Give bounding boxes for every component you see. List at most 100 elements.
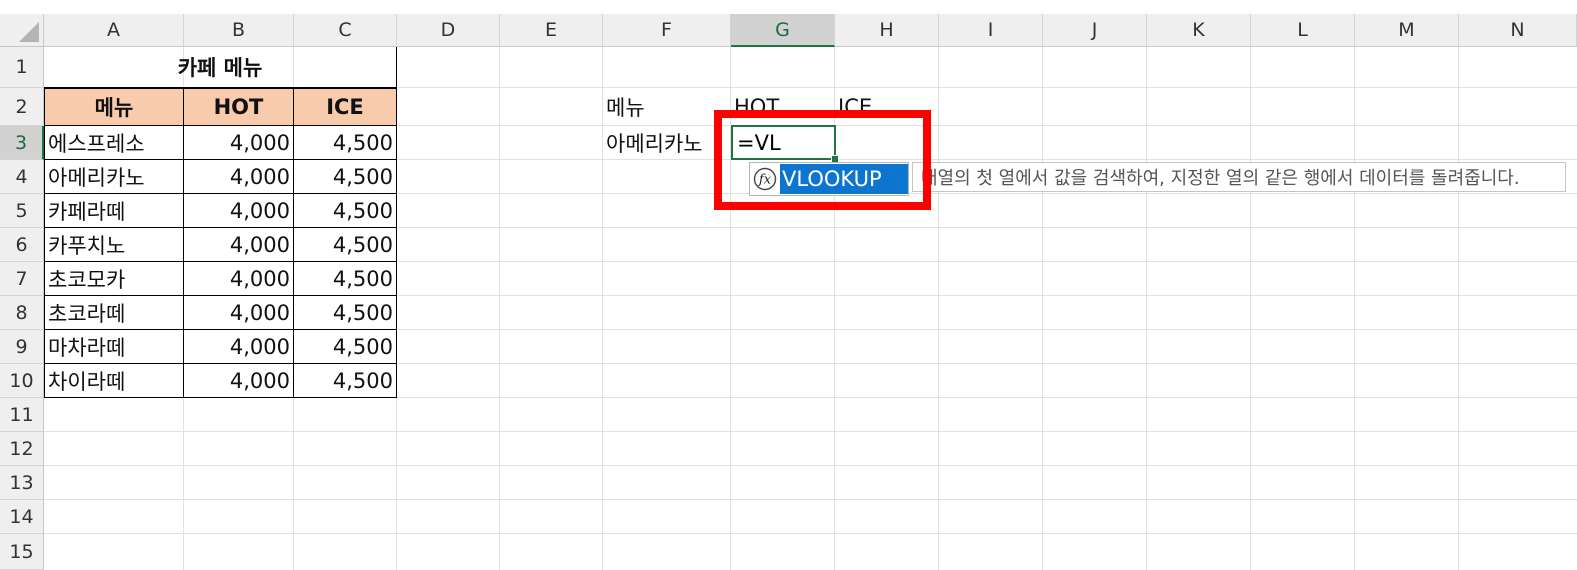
header-cell-hot[interactable]: HOT bbox=[184, 88, 294, 126]
table-cell[interactable]: 에스프레소 bbox=[44, 126, 184, 160]
column-header-e[interactable]: E bbox=[500, 14, 603, 47]
table-cell[interactable]: 초코모카 bbox=[44, 262, 184, 296]
column-header-g[interactable]: G bbox=[731, 14, 835, 47]
menu-item-ice-price: 4,500 bbox=[332, 300, 393, 325]
menu-item-ice-price: 4,500 bbox=[332, 266, 393, 291]
active-cell-G3[interactable]: =VL bbox=[731, 125, 836, 160]
column-header-i[interactable]: I bbox=[939, 14, 1043, 47]
row-header-11[interactable]: 11 bbox=[0, 398, 44, 432]
row-header-14[interactable]: 14 bbox=[0, 500, 44, 534]
lookup-hot-label: HOT bbox=[734, 95, 780, 119]
column-header-c[interactable]: C bbox=[294, 14, 397, 47]
menu-item-ice-price: 4,500 bbox=[332, 368, 393, 393]
column-header-a[interactable]: A bbox=[44, 14, 184, 47]
table-cell[interactable]: 4,000 bbox=[184, 364, 294, 398]
menu-item-ice-price: 4,500 bbox=[332, 232, 393, 257]
gridline-horizontal bbox=[44, 431, 1577, 432]
table-cell[interactable]: 차이라떼 bbox=[44, 364, 184, 398]
menu-item-hot-price: 4,000 bbox=[229, 334, 290, 359]
menu-item-ice-price: 4,500 bbox=[332, 334, 393, 359]
function-icon: fx bbox=[753, 167, 777, 191]
select-all-triangle-icon bbox=[19, 22, 39, 42]
table-cell[interactable]: 카푸치노 bbox=[44, 228, 184, 262]
menu-item-name: 차이라떼 bbox=[48, 369, 126, 394]
table-cell[interactable]: 4,000 bbox=[184, 330, 294, 364]
column-header-d[interactable]: D bbox=[397, 14, 500, 47]
menu-item-hot-price: 4,000 bbox=[229, 198, 290, 223]
cell-H2[interactable]: ICE bbox=[835, 88, 939, 126]
table-title-cell[interactable]: 카페 메뉴 bbox=[44, 47, 397, 88]
table-cell[interactable]: 4,500 bbox=[294, 262, 397, 296]
table-cell[interactable]: 4,500 bbox=[294, 160, 397, 194]
table-cell[interactable]: 4,500 bbox=[294, 364, 397, 398]
column-header-l[interactable]: L bbox=[1251, 14, 1355, 47]
table-cell[interactable]: 카페라떼 bbox=[44, 194, 184, 228]
row-header-3[interactable]: 3 bbox=[0, 126, 44, 160]
table-cell[interactable]: 아메리카노 bbox=[44, 160, 184, 194]
gridline-horizontal bbox=[44, 533, 1577, 534]
row-header-13[interactable]: 13 bbox=[0, 466, 44, 500]
autocomplete-item-label: VLOOKUP bbox=[782, 167, 882, 191]
table-cell[interactable]: 4,000 bbox=[184, 228, 294, 262]
spreadsheet-grid[interactable]: ABCDEFGHIJKLMN 1 2 3 4 5 6 7 8 9 10 11 12 13 14 15 카페 … bbox=[0, 0, 1577, 570]
table-cell[interactable]: 4,000 bbox=[184, 262, 294, 296]
autocomplete-item-vlookup[interactable]: VLOOKUP bbox=[780, 164, 908, 194]
lookup-ice-label: ICE bbox=[838, 95, 873, 119]
menu-item-hot-price: 4,000 bbox=[229, 130, 290, 155]
function-tooltip-text: 배열의 첫 열에서 값을 검색하여, 지정한 열의 같은 행에서 데이터를 돌려… bbox=[921, 168, 1520, 189]
menu-item-ice-price: 4,500 bbox=[332, 164, 393, 189]
header-ice-label: ICE bbox=[326, 95, 364, 119]
row-header-7[interactable]: 7 bbox=[0, 262, 44, 296]
table-cell[interactable]: 4,000 bbox=[184, 296, 294, 330]
select-all-corner[interactable] bbox=[0, 14, 44, 47]
row-header-2[interactable]: 2 bbox=[0, 88, 44, 126]
menu-item-name: 카페라떼 bbox=[48, 199, 126, 224]
row-header-6[interactable]: 6 bbox=[0, 228, 44, 262]
table-cell[interactable]: 초코라떼 bbox=[44, 296, 184, 330]
formula-autocomplete-list[interactable]: fx VLOOKUP bbox=[749, 162, 909, 196]
table-cell[interactable]: 마차라떼 bbox=[44, 330, 184, 364]
row-header-12[interactable]: 12 bbox=[0, 432, 44, 466]
row-header-15[interactable]: 15 bbox=[0, 534, 44, 570]
lookup-item-value: 아메리카노 bbox=[606, 132, 703, 156]
table-cell[interactable]: 4,000 bbox=[184, 160, 294, 194]
menu-item-hot-price: 4,000 bbox=[229, 232, 290, 257]
table-cell[interactable]: 4,500 bbox=[294, 228, 397, 262]
menu-item-name: 에스프레소 bbox=[48, 131, 145, 156]
column-header-n[interactable]: N bbox=[1459, 14, 1577, 47]
menu-item-name: 초코모카 bbox=[48, 267, 126, 292]
gridline-horizontal bbox=[44, 465, 1577, 466]
table-cell[interactable]: 4,500 bbox=[294, 296, 397, 330]
table-cell[interactable]: 4,000 bbox=[184, 194, 294, 228]
column-header-k[interactable]: K bbox=[1147, 14, 1251, 47]
lookup-menu-label: 메뉴 bbox=[606, 96, 645, 120]
header-cell-menu[interactable]: 메뉴 bbox=[44, 88, 184, 126]
row-header-4[interactable]: 4 bbox=[0, 160, 44, 194]
column-header-h[interactable]: H bbox=[835, 14, 939, 47]
menu-item-name: 아메리카노 bbox=[48, 165, 145, 190]
column-header-j[interactable]: J bbox=[1043, 14, 1147, 47]
cell-G2[interactable]: HOT bbox=[731, 88, 835, 126]
column-header-m[interactable]: M bbox=[1355, 14, 1459, 47]
menu-item-ice-price: 4,500 bbox=[332, 130, 393, 155]
cell-F3[interactable]: 아메리카노 bbox=[603, 126, 731, 160]
row-header-9[interactable]: 9 bbox=[0, 330, 44, 364]
row-header-10[interactable]: 10 bbox=[0, 364, 44, 398]
table-cell[interactable]: 4,500 bbox=[294, 126, 397, 160]
table-cell[interactable]: 4,500 bbox=[294, 330, 397, 364]
column-header-b[interactable]: B bbox=[184, 14, 294, 47]
table-cell[interactable]: 4,500 bbox=[294, 194, 397, 228]
row-header-1[interactable]: 1 bbox=[0, 47, 44, 88]
cell-formula-input[interactable]: =VL bbox=[737, 131, 781, 155]
table-cell[interactable]: 4,000 bbox=[184, 126, 294, 160]
menu-item-hot-price: 4,000 bbox=[229, 300, 290, 325]
cell-F2[interactable]: 메뉴 bbox=[603, 88, 731, 126]
menu-item-name: 초코라떼 bbox=[48, 301, 126, 326]
column-header-f[interactable]: F bbox=[603, 14, 731, 47]
table-title: 카페 메뉴 bbox=[177, 56, 263, 80]
row-header-8[interactable]: 8 bbox=[0, 296, 44, 330]
row-header-5[interactable]: 5 bbox=[0, 194, 44, 228]
header-cell-ice[interactable]: ICE bbox=[294, 88, 397, 126]
menu-item-hot-price: 4,000 bbox=[229, 266, 290, 291]
header-menu-label: 메뉴 bbox=[94, 96, 134, 120]
